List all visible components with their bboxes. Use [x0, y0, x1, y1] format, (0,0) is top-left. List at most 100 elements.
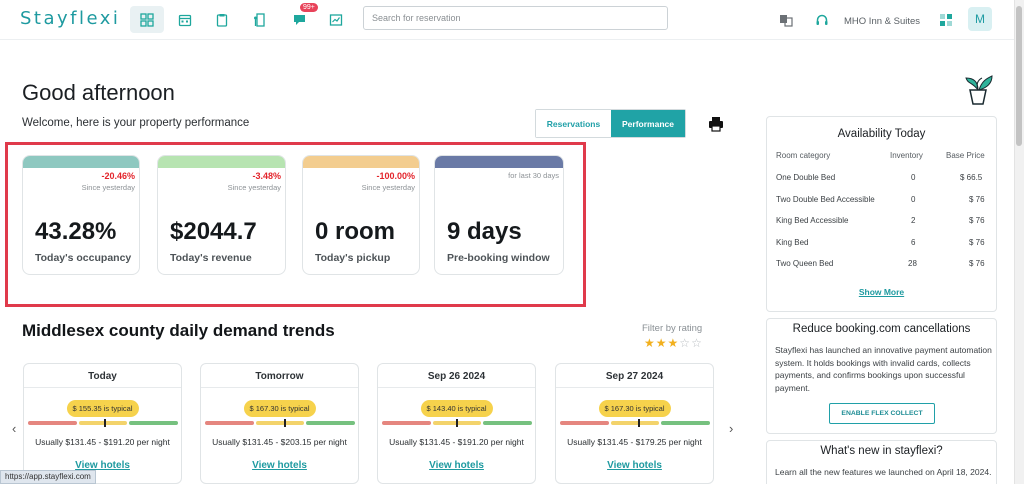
kpi-since: for last 30 days [508, 171, 559, 180]
typical-price-marker [284, 419, 286, 427]
status-url-tooltip: https://app.stayflexi.com [0, 470, 96, 484]
room-inventory: 6 [911, 238, 916, 247]
kpi-label: Pre-booking window [447, 252, 550, 264]
greeting-subtitle: Welcome, here is your property performan… [22, 117, 250, 129]
column-header-category: Room category [776, 151, 831, 160]
chat-icon[interactable]: 99+ [282, 3, 318, 33]
room-price: $ 66.5 [960, 173, 983, 182]
support-headset-icon[interactable] [808, 6, 836, 33]
scrollbar-thumb[interactable] [1016, 6, 1022, 146]
day-name: Sep 27 2024 [605, 371, 664, 382]
user-avatar[interactable]: M [968, 7, 992, 31]
kpi-value: 9 days [447, 218, 522, 245]
kpi-since: Since yesterday [361, 183, 415, 192]
room-category: King Bed Accessible [776, 216, 849, 225]
clipboard-icon[interactable] [205, 6, 239, 33]
divider [201, 387, 358, 388]
star-icon[interactable]: ★ [668, 336, 680, 350]
search-input[interactable]: Search for reservation [363, 6, 668, 30]
print-icon[interactable] [708, 116, 724, 132]
room-category: One Double Bed [776, 173, 836, 182]
kpi-card-revenue: -3.48% Since yesterday $2044.7 Today's r… [157, 155, 286, 275]
reports-icon[interactable] [319, 6, 353, 33]
flex-collect-panel: Reduce booking.com cancellations Stayfle… [766, 318, 997, 434]
room-inventory: 0 [911, 195, 916, 204]
room-price: $ 76 [969, 238, 985, 247]
star-icon[interactable]: ★ [656, 336, 668, 350]
room-category: Two Queen Bed [776, 259, 834, 268]
availability-title: Availability Today [837, 128, 926, 140]
prev-arrow-icon[interactable]: ‹ [12, 421, 16, 436]
view-hotels-link[interactable]: View hotels [201, 460, 358, 471]
demand-trends-title: Middlesex county daily demand trends [22, 321, 335, 340]
typical-price-pill: $ 143.40 is typical [420, 400, 493, 417]
bellboy-icon[interactable] [243, 6, 277, 33]
divider [556, 387, 713, 388]
demand-day-card: Sep 27 2024 $ 167.30 is typical Usually … [555, 363, 714, 484]
divider [378, 387, 535, 388]
room-price: $ 76 [969, 259, 985, 268]
next-arrow-icon[interactable]: › [729, 421, 733, 436]
kpi-label: Today's pickup [315, 252, 391, 264]
page-scrollbar[interactable] [1014, 0, 1024, 484]
apps-grid-icon[interactable] [934, 6, 958, 33]
view-toggle: Reservations Performance [535, 109, 686, 138]
column-header-price: Base Price [946, 151, 985, 160]
demand-day-card: Sep 26 2024 $ 143.40 is typical Usually … [377, 363, 536, 484]
demand-day-card: Tomorrow $ 167.30 is typical Usually $13… [200, 363, 359, 484]
demand-day-card: Today $ 155.35 is typical Usually $131.4… [23, 363, 182, 484]
kpi-value: 0 room [315, 218, 396, 245]
view-hotels-link[interactable]: View hotels [378, 460, 535, 471]
show-more-link[interactable]: Show More [767, 287, 996, 297]
typical-price-pill: $ 167.30 is typical [243, 400, 316, 417]
room-inventory: 28 [908, 259, 917, 268]
room-price: $ 76 [969, 216, 985, 225]
enable-flex-collect-button[interactable]: ENABLE FLEX COLLECT [829, 403, 935, 424]
brand-logo[interactable]: Stayflexi [20, 8, 120, 29]
kpi-label: Today's occupancy [35, 252, 132, 264]
typical-price-pill: $ 167.30 is typical [598, 400, 671, 417]
kpi-band [23, 156, 139, 168]
room-category: Two Double Bed Accessible [776, 195, 875, 204]
kpi-label: Today's revenue [170, 252, 252, 264]
greeting-title: Good afternoon [22, 80, 175, 105]
kpi-value: 43.28% [35, 218, 117, 245]
kpi-change: -3.48% [252, 171, 281, 181]
translate-icon[interactable] [772, 6, 800, 33]
calendar-icon[interactable] [168, 6, 202, 33]
top-navbar: Stayflexi 99+ Search for reservation MHO… [0, 0, 1024, 40]
day-name: Tomorrow [255, 371, 304, 382]
kpi-since: Since yesterday [227, 183, 281, 192]
performance-tab[interactable]: Performance [611, 110, 685, 137]
kpi-band [435, 156, 563, 168]
price-range-bar [28, 421, 179, 425]
price-range-bar [205, 421, 356, 425]
room-category: King Bed [776, 238, 809, 247]
kpi-card-pickup: -100.00% Since yesterday 0 room Today's … [302, 155, 420, 275]
kpi-card-prebooking: for last 30 days 9 days Pre-booking wind… [434, 155, 564, 275]
plant-illustration [962, 74, 996, 106]
usual-price-range: Usually $131.45 - $179.25 per night [567, 437, 702, 447]
kpi-band [158, 156, 285, 168]
rating-filter[interactable]: ★★★☆☆ [644, 336, 703, 350]
room-inventory: 2 [911, 216, 916, 225]
hotel-name[interactable]: MHO Inn & Suites [844, 16, 920, 27]
star-outline-icon[interactable]: ☆ [679, 336, 691, 350]
kpi-change: -20.46% [101, 171, 135, 181]
whats-new-panel: What's new in stayflexi? Learn all the n… [766, 440, 997, 484]
dashboard-icon[interactable] [130, 6, 164, 33]
availability-panel: Availability Today Room category Invento… [766, 116, 997, 312]
typical-price-marker [638, 419, 640, 427]
view-hotels-link[interactable]: View hotels [556, 460, 713, 471]
star-icon[interactable]: ★ [644, 336, 656, 350]
usual-price-range: Usually $131.45 - $191.20 per night [35, 437, 170, 447]
star-outline-icon[interactable]: ☆ [691, 336, 703, 350]
reservations-tab[interactable]: Reservations [536, 110, 611, 137]
kpi-since: Since yesterday [81, 183, 135, 192]
typical-price-pill: $ 155.35 is typical [66, 400, 139, 417]
kpi-change: -100.00% [376, 171, 415, 181]
kpi-value: $2044.7 [170, 218, 257, 245]
kpi-card-occupancy: -20.46% Since yesterday 43.28% Today's o… [22, 155, 140, 275]
notification-badge: 99+ [300, 3, 318, 12]
day-name: Sep 26 2024 [427, 371, 486, 382]
